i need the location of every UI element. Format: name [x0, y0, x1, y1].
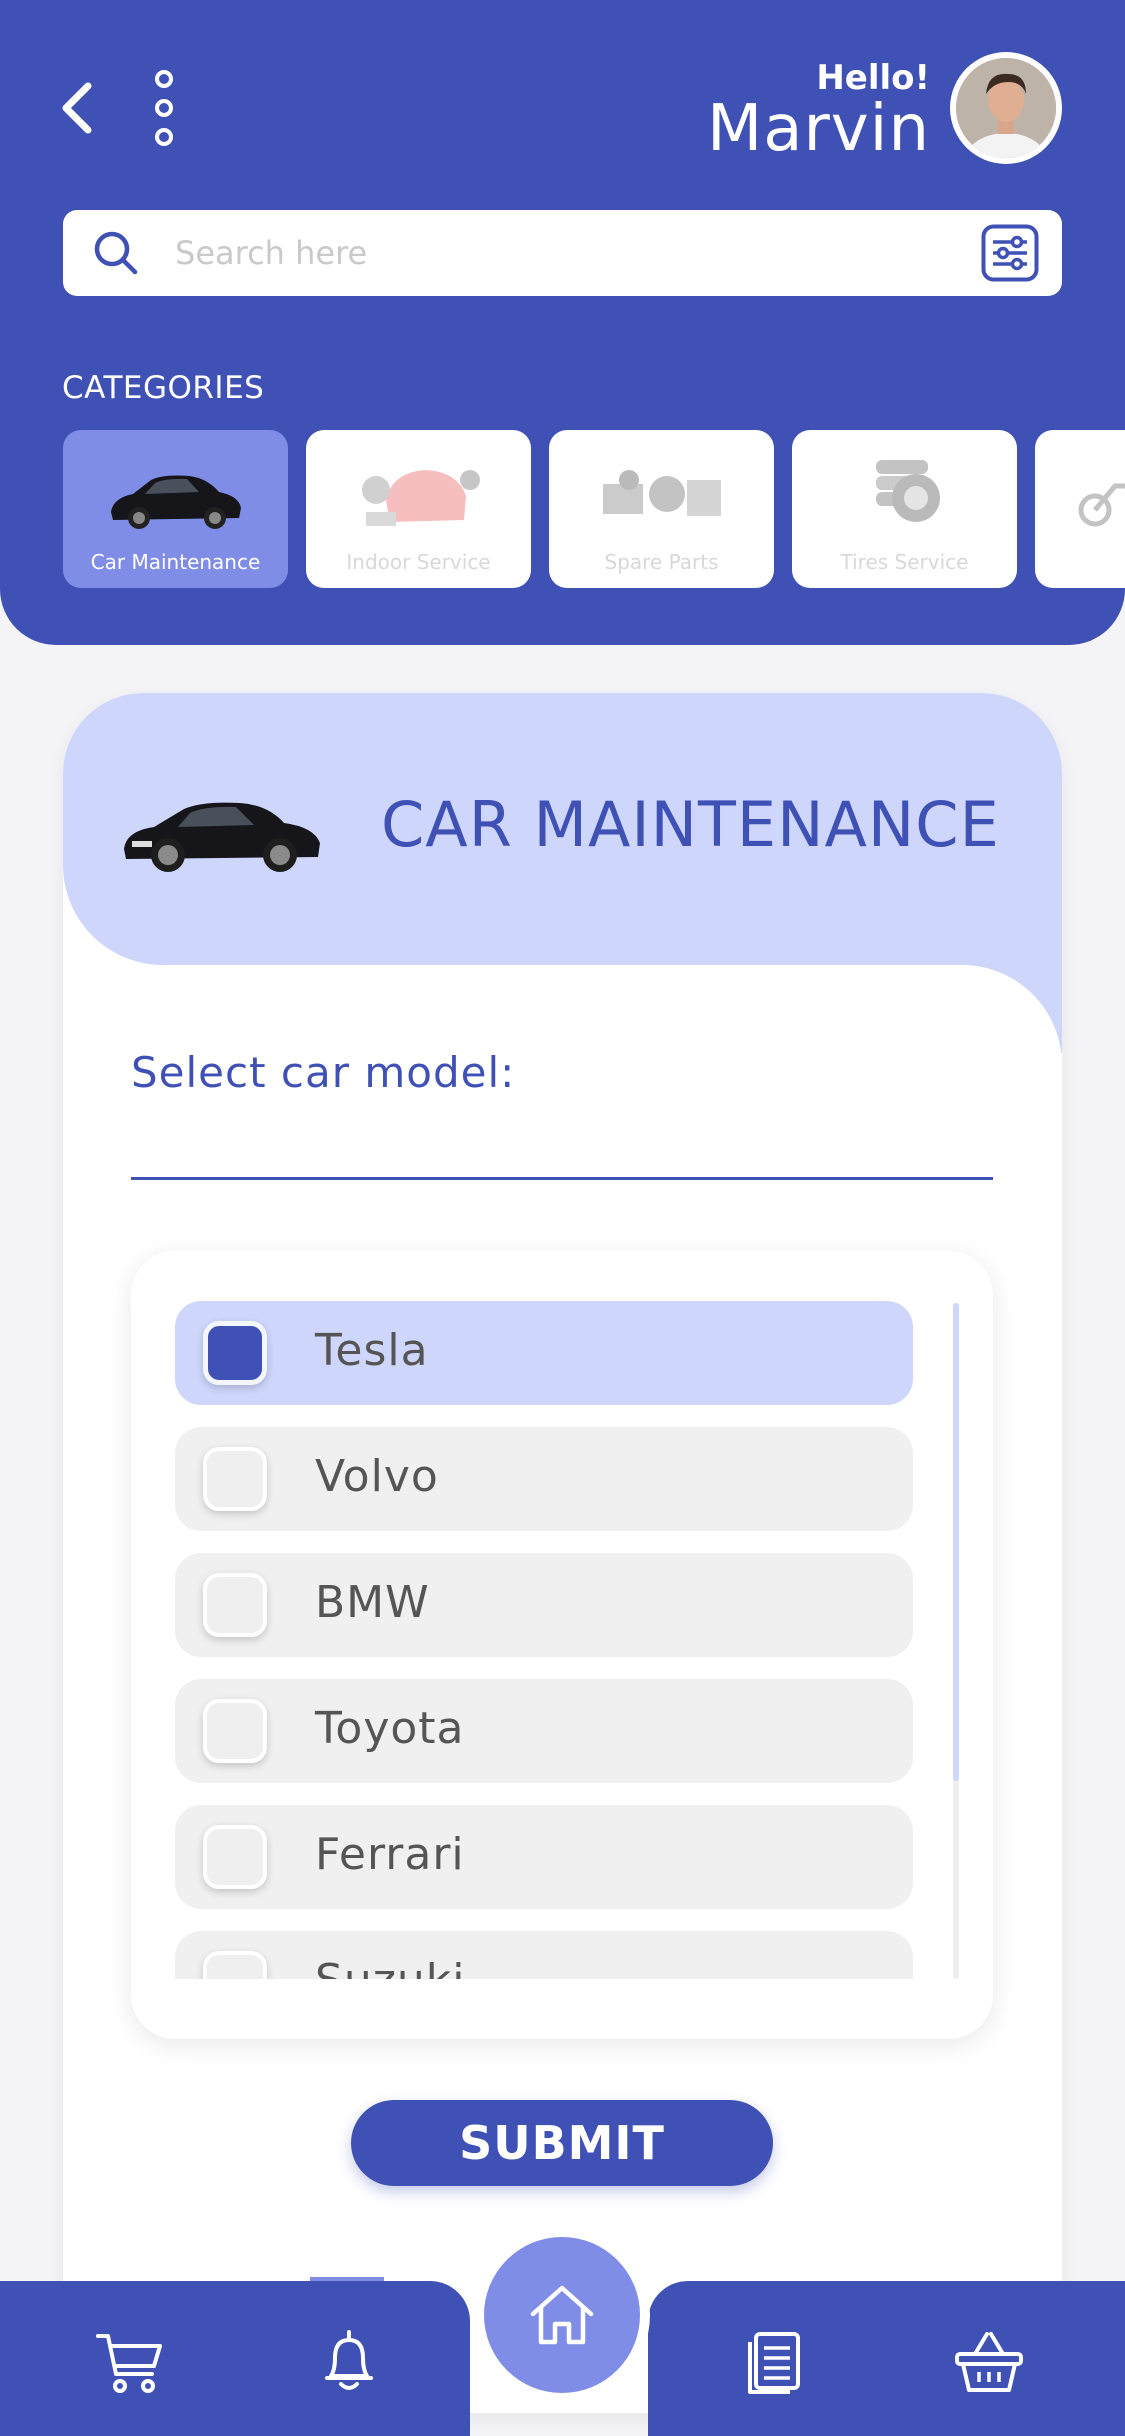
home-icon [530, 2285, 594, 2345]
car-icon [111, 475, 241, 529]
list-item-label: Volvo [315, 1451, 439, 1502]
search-bar [63, 210, 1062, 296]
checkbox[interactable] [203, 1825, 267, 1889]
category-label: M [1035, 550, 1125, 574]
checkbox[interactable] [203, 1447, 267, 1511]
category-label: Car Maintenance [90, 550, 261, 574]
list-item-tesla[interactable]: Tesla [175, 1301, 913, 1405]
filter-icon[interactable] [981, 224, 1039, 282]
select-car-model-label: Select car model: [131, 1048, 516, 1097]
username: Marvin [707, 92, 930, 166]
car-model-list: Tesla Volvo BMW Toyota Ferrari Suzuki [131, 1251, 993, 2039]
category-motorcycle[interactable]: M [1035, 430, 1125, 588]
cart-icon[interactable] [94, 2326, 166, 2398]
car-model-list-scroll[interactable]: Tesla Volvo BMW Toyota Ferrari Suzuki [175, 1301, 919, 1979]
category-car-maintenance[interactable]: Car Maintenance [63, 430, 288, 588]
category-indoor-service[interactable]: Indoor Service [306, 430, 531, 588]
motorcycle-icon [1078, 483, 1125, 527]
checkbox[interactable] [203, 1951, 267, 1979]
checkbox[interactable] [203, 1573, 267, 1637]
list-item-volvo[interactable]: Volvo [175, 1427, 913, 1531]
category-tires-service[interactable]: Tires Service [792, 430, 1017, 588]
categories-row: Car Maintenance Indoor Service Spare Par… [63, 430, 1125, 590]
user-photo [956, 58, 1056, 158]
categories-title: CATEGORIES [62, 370, 265, 406]
category-label: Spare Parts [604, 550, 719, 574]
list-item-label: BMW [315, 1577, 430, 1628]
search-input[interactable] [175, 228, 915, 278]
engine-icon [603, 470, 721, 516]
back-arrow-icon[interactable] [56, 80, 100, 136]
list-item-label: Toyota [315, 1703, 465, 1754]
bottom-nav [0, 2227, 1125, 2436]
nav-active-indicator [310, 2277, 384, 2281]
car-maintenance-card: CAR MAINTENANCE Select car model: Tesla … [63, 693, 1062, 2413]
list-item-toyota[interactable]: Toyota [175, 1679, 913, 1783]
car-parts-icon [362, 470, 480, 526]
car-image [124, 802, 320, 872]
list-item-ferrari[interactable]: Ferrari [175, 1805, 913, 1909]
basket-icon[interactable] [953, 2326, 1025, 2398]
list-item-label: Suzuki [315, 1955, 466, 1979]
home-button[interactable] [484, 2237, 640, 2393]
scrollbar-thumb[interactable] [953, 1303, 959, 1781]
header: Hello! Marvin CATEGORIES [0, 0, 1125, 645]
avatar[interactable] [950, 52, 1062, 164]
list-item-label: Tesla [315, 1325, 429, 1376]
select-underline [131, 1177, 993, 1180]
more-options-icon[interactable] [152, 70, 176, 146]
category-label: Tires Service [840, 550, 969, 574]
list-item-bmw[interactable]: BMW [175, 1553, 913, 1657]
bell-icon[interactable] [313, 2326, 385, 2398]
scrollbar[interactable] [953, 1303, 959, 1979]
category-label: Indoor Service [346, 550, 491, 574]
search-icon [94, 231, 138, 275]
checkbox[interactable] [203, 1699, 267, 1763]
document-icon[interactable] [740, 2326, 812, 2398]
tires-icon [876, 460, 940, 522]
card-title: CAR MAINTENANCE [381, 788, 1000, 861]
category-spare-parts[interactable]: Spare Parts [549, 430, 774, 588]
list-item-label: Ferrari [315, 1829, 465, 1880]
list-item-suzuki[interactable]: Suzuki [175, 1931, 913, 1979]
checkbox[interactable] [203, 1321, 267, 1385]
submit-button[interactable]: SUBMIT [351, 2100, 773, 2186]
